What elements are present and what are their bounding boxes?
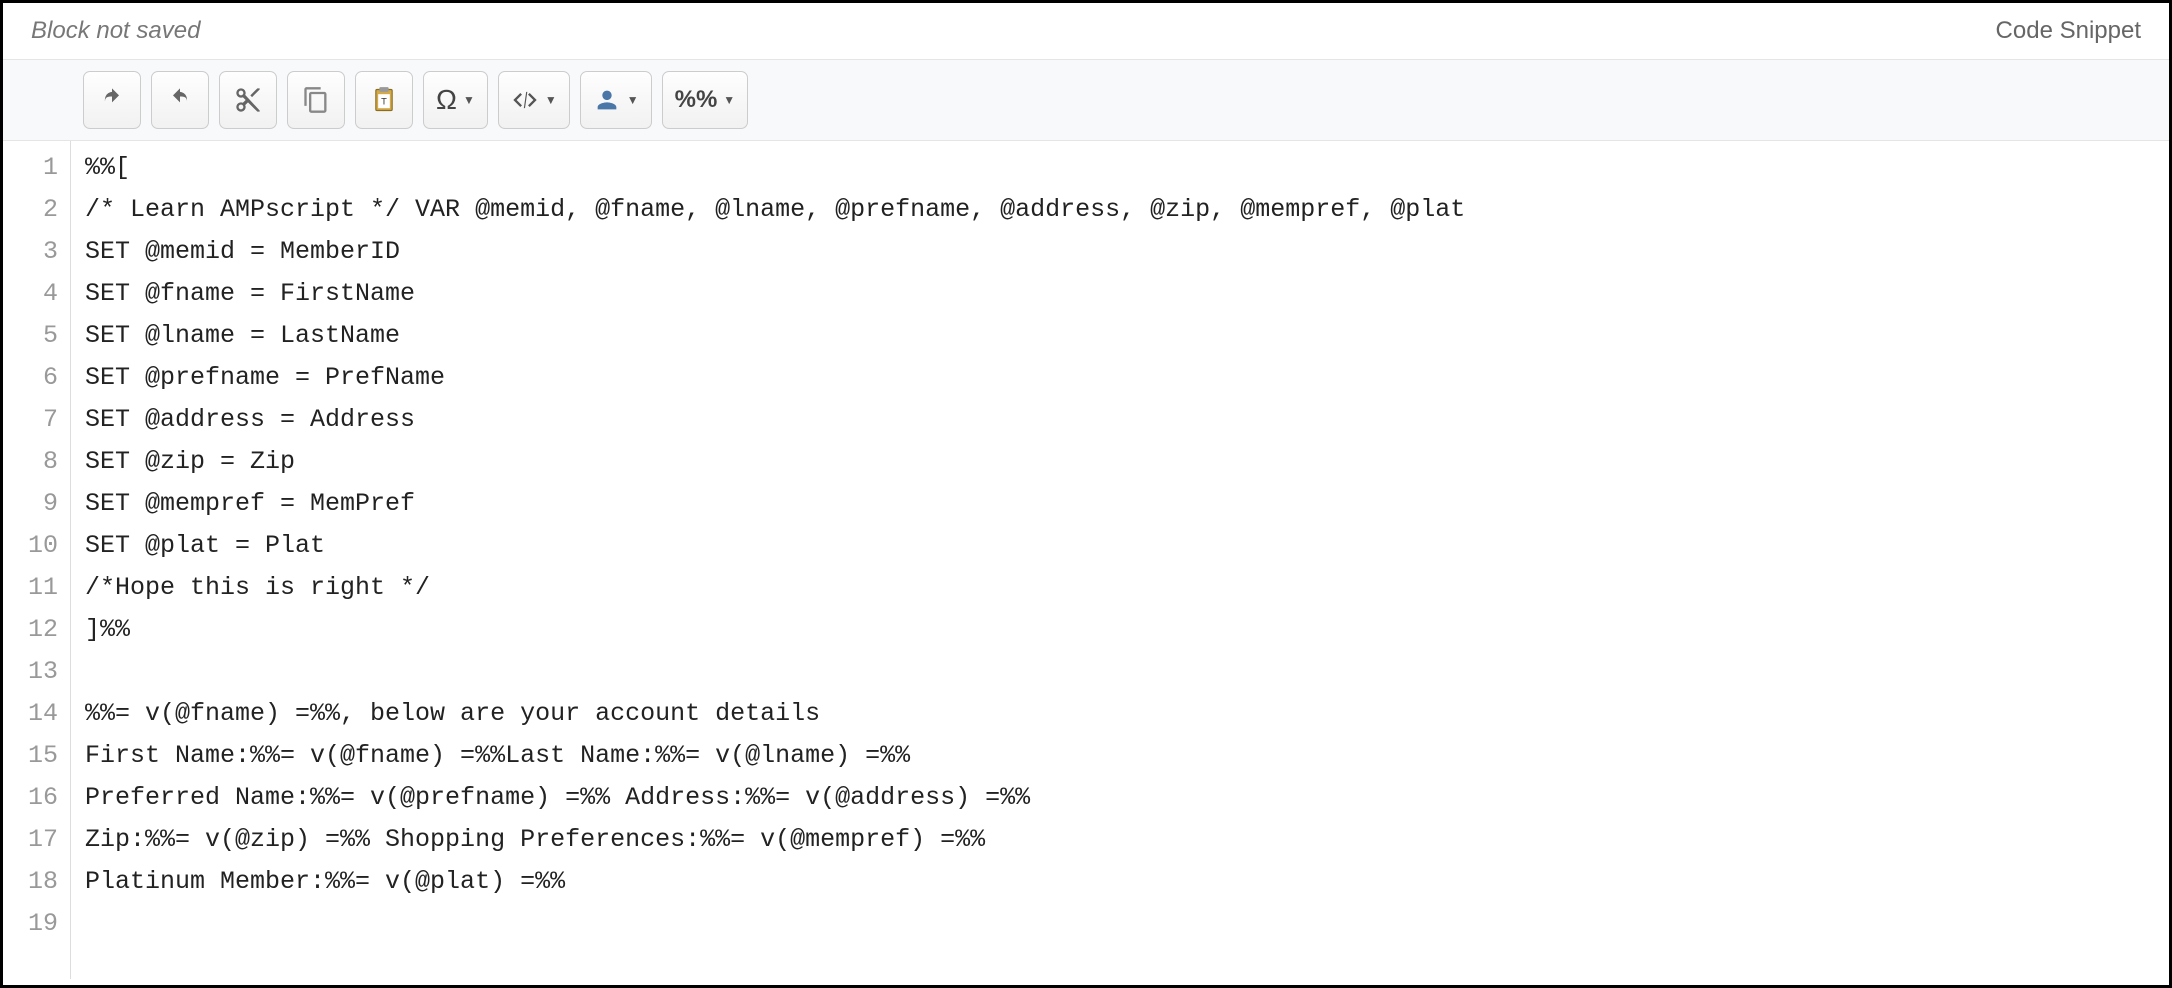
line-number: 15 <box>11 735 58 777</box>
code-line[interactable]: Preferred Name:%%= v(@prefname) =%% Addr… <box>85 777 2155 819</box>
code-line[interactable]: SET @fname = FirstName <box>85 273 2155 315</box>
line-number: 13 <box>11 651 58 693</box>
line-number: 7 <box>11 399 58 441</box>
html-tag-button[interactable]: ▼ <box>498 71 570 129</box>
line-number: 16 <box>11 777 58 819</box>
code-tags-icon <box>511 86 539 114</box>
line-number: 11 <box>11 567 58 609</box>
code-line[interactable]: ]%% <box>85 609 2155 651</box>
line-number: 2 <box>11 189 58 231</box>
redo-button[interactable] <box>151 71 209 129</box>
caret-down-icon: ▼ <box>545 93 557 107</box>
line-number: 9 <box>11 483 58 525</box>
code-line[interactable]: Zip:%%= v(@zip) =%% Shopping Preferences… <box>85 819 2155 861</box>
code-editor[interactable]: 12345678910111213141516171819 %%[/* Lear… <box>3 141 2169 979</box>
line-number: 5 <box>11 315 58 357</box>
copy-button[interactable] <box>287 71 345 129</box>
line-number-gutter: 12345678910111213141516171819 <box>3 141 71 979</box>
line-number: 6 <box>11 357 58 399</box>
toolbar: T Ω ▼ ▼ ▼ %% ▼ <box>3 59 2169 141</box>
line-number: 1 <box>11 147 58 189</box>
line-number: 3 <box>11 231 58 273</box>
code-line[interactable]: SET @memid = MemberID <box>85 231 2155 273</box>
caret-down-icon: ▼ <box>723 93 735 107</box>
paste-button[interactable]: T <box>355 71 413 129</box>
code-line[interactable]: SET @address = Address <box>85 399 2155 441</box>
code-line[interactable]: First Name:%%= v(@fname) =%%Last Name:%%… <box>85 735 2155 777</box>
code-line[interactable] <box>85 651 2155 693</box>
caret-down-icon: ▼ <box>463 93 475 107</box>
line-number: 4 <box>11 273 58 315</box>
undo-icon <box>98 86 126 114</box>
code-line[interactable]: /* Learn AMPscript */ VAR @memid, @fname… <box>85 189 2155 231</box>
copy-icon <box>302 86 330 114</box>
line-number: 12 <box>11 609 58 651</box>
code-line[interactable]: SET @lname = LastName <box>85 315 2155 357</box>
code-line[interactable]: SET @mempref = MemPref <box>85 483 2155 525</box>
code-line[interactable]: %%[ <box>85 147 2155 189</box>
ampscript-button[interactable]: %% ▼ <box>662 71 749 129</box>
special-char-button[interactable]: Ω ▼ <box>423 71 488 129</box>
undo-button[interactable] <box>83 71 141 129</box>
line-number: 10 <box>11 525 58 567</box>
code-line[interactable] <box>85 903 2155 945</box>
scissors-icon <box>234 86 262 114</box>
code-line[interactable]: SET @zip = Zip <box>85 441 2155 483</box>
redo-icon <box>166 86 194 114</box>
line-number: 14 <box>11 693 58 735</box>
code-line[interactable]: SET @prefname = PrefName <box>85 357 2155 399</box>
code-content[interactable]: %%[/* Learn AMPscript */ VAR @memid, @fn… <box>71 141 2169 979</box>
line-number: 19 <box>11 903 58 945</box>
percent-icon: %% <box>675 86 718 114</box>
clipboard-icon: T <box>370 86 398 114</box>
save-status: Block not saved <box>31 17 200 45</box>
code-line[interactable]: %%= v(@fname) =%%, below are your accoun… <box>85 693 2155 735</box>
code-line[interactable]: Platinum Member:%%= v(@plat) =%% <box>85 861 2155 903</box>
omega-icon: Ω <box>436 84 457 116</box>
code-line[interactable]: SET @plat = Plat <box>85 525 2155 567</box>
header-bar: Block not saved Code Snippet <box>3 3 2169 59</box>
block-title: Code Snippet <box>1996 17 2141 45</box>
code-line[interactable]: /*Hope this is right */ <box>85 567 2155 609</box>
person-button[interactable]: ▼ <box>580 71 652 129</box>
line-number: 8 <box>11 441 58 483</box>
line-number: 18 <box>11 861 58 903</box>
cut-button[interactable] <box>219 71 277 129</box>
person-icon <box>593 86 621 114</box>
line-number: 17 <box>11 819 58 861</box>
svg-text:T: T <box>381 97 387 107</box>
caret-down-icon: ▼ <box>627 93 639 107</box>
